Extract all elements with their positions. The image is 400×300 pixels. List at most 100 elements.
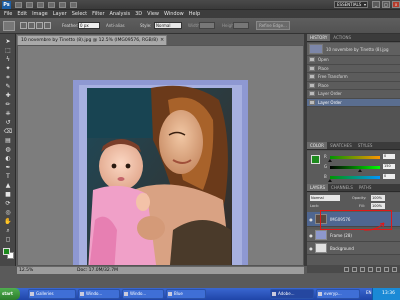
red-slider-thumb[interactable] [328, 159, 332, 162]
menu-window[interactable]: Window [164, 11, 184, 17]
taskbar-item[interactable]: Galleries [28, 289, 76, 299]
tab-channels[interactable]: CHANNELS [328, 184, 356, 191]
document-info[interactable]: Doc: 17.0M/32.7M [77, 268, 118, 273]
taskbar-item[interactable]: Windo... [122, 289, 164, 299]
green-value-field[interactable]: 150 [383, 164, 395, 169]
foreground-color-swatch[interactable] [3, 248, 10, 255]
red-slider[interactable] [330, 156, 380, 159]
close-button[interactable]: x [392, 1, 400, 8]
visibility-eye-icon[interactable]: ● [307, 217, 315, 222]
style-select[interactable]: Normal [154, 22, 182, 29]
eyedropper-icon[interactable]: ✎ [3, 83, 13, 91]
green-slider-thumb[interactable] [357, 169, 362, 172]
move-tool-icon[interactable]: ➤ [3, 38, 13, 46]
gradient-tool-icon[interactable]: ▤ [3, 137, 13, 145]
green-slider[interactable] [330, 166, 380, 169]
blue-slider[interactable] [330, 176, 380, 179]
menu-layer[interactable]: Layer [53, 11, 67, 17]
visibility-eye-icon[interactable]: ● [307, 246, 315, 251]
feather-input[interactable]: 0 px [78, 22, 100, 29]
new-layer-icon[interactable] [384, 266, 389, 272]
layer-style-icon[interactable] [352, 266, 357, 272]
taskbar-item[interactable]: Blue [166, 289, 206, 299]
taskbar-item[interactable]: everyp... [316, 289, 360, 299]
path-select-icon[interactable]: ▲ [3, 182, 13, 190]
foreground-color-swatch[interactable] [311, 155, 320, 164]
fill-input[interactable]: 100% [371, 203, 385, 209]
link-layers-icon[interactable] [344, 266, 349, 272]
maximize-button[interactable]: □ [382, 1, 390, 8]
quick-mask-icon[interactable]: ◻ [3, 236, 13, 244]
tool-preset-picker[interactable] [3, 21, 15, 31]
document-close-icon[interactable]: × [160, 37, 164, 43]
opacity-input[interactable]: 100% [371, 195, 385, 201]
menu-edit[interactable]: Edit [17, 11, 27, 17]
refine-edge-button[interactable]: Refine Edge... [256, 21, 290, 30]
history-step[interactable]: Layer Order [307, 90, 400, 99]
blue-value-field[interactable]: 0 [383, 174, 395, 179]
add-selection-icon[interactable] [28, 22, 35, 29]
hand-icon[interactable] [48, 2, 55, 8]
menu-help[interactable]: Help [189, 11, 200, 17]
zoom-level-icon[interactable] [37, 2, 44, 8]
clone-stamp-icon[interactable]: ⎈ [3, 110, 13, 118]
height-input[interactable] [233, 22, 249, 29]
history-step[interactable]: Open [307, 56, 400, 65]
red-value-field[interactable]: 0 [383, 154, 395, 159]
tab-layers[interactable]: LAYERS [307, 184, 329, 191]
clock[interactable]: 13:36 [382, 291, 395, 296]
crop-tool-icon[interactable]: ⌗ [3, 74, 13, 82]
add-mask-icon[interactable] [360, 266, 365, 272]
arrange-documents-icon[interactable] [59, 2, 66, 8]
tab-history[interactable]: HISTORY [307, 34, 331, 41]
healing-brush-icon[interactable]: ✚ [3, 92, 13, 100]
tab-swatches[interactable]: SWATCHES [327, 142, 355, 149]
layer-row[interactable]: ● Background [307, 242, 400, 255]
tab-styles[interactable]: STYLES [355, 142, 376, 149]
screen-mode-icon[interactable] [70, 2, 77, 8]
start-button[interactable]: start [0, 288, 20, 300]
tab-paths[interactable]: PATHS [356, 184, 375, 191]
blur-tool-icon[interactable]: ◍ [3, 146, 13, 154]
width-input[interactable] [199, 22, 215, 29]
3d-rotate-icon[interactable]: ⟳ [3, 200, 13, 208]
marquee-tool-icon[interactable]: ⬚ [3, 47, 13, 55]
history-snapshot[interactable]: 10 novembre by Tinetto (8).jpg [307, 43, 400, 56]
menu-filter[interactable]: Filter [92, 11, 104, 17]
menu-3d[interactable]: 3D [135, 11, 142, 17]
menu-select[interactable]: Select [72, 11, 87, 17]
lasso-tool-icon[interactable]: ϟ [3, 56, 13, 64]
subtract-selection-icon[interactable] [36, 22, 43, 29]
taskbar-item-active[interactable]: Adobe... [270, 289, 314, 299]
eraser-icon[interactable]: ⌫ [3, 128, 13, 136]
menu-analysis[interactable]: Analysis [110, 11, 131, 17]
taskbar-item[interactable]: Windo... [78, 289, 120, 299]
photo-canvas[interactable] [73, 80, 248, 266]
adjustment-layer-icon[interactable] [368, 266, 373, 272]
shape-tool-icon[interactable]: ■ [3, 191, 13, 199]
history-step[interactable]: Place [307, 81, 400, 90]
document-tab[interactable]: 10 novembre by Tinetto (8).jpg @ 12.5% (… [17, 35, 167, 45]
type-tool-icon[interactable]: T [3, 173, 13, 181]
document-canvas-area[interactable] [17, 45, 304, 266]
new-selection-icon[interactable] [20, 22, 27, 29]
tab-color[interactable]: COLOR [307, 142, 327, 149]
zoom-tool-icon[interactable]: ⌕ [3, 227, 13, 235]
pen-tool-icon[interactable]: ✒ [3, 164, 13, 172]
menu-image[interactable]: Image [32, 11, 48, 17]
blend-mode-select[interactable]: Normal [310, 195, 340, 201]
tab-actions[interactable]: ACTIONS [330, 34, 354, 41]
minimize-button[interactable]: _ [372, 1, 380, 8]
menu-file[interactable]: File [4, 11, 12, 17]
menu-view[interactable]: View [147, 11, 159, 17]
visibility-eye-icon[interactable]: ● [307, 233, 315, 238]
3d-orbit-icon[interactable]: ◎ [3, 209, 13, 217]
intersect-selection-icon[interactable] [44, 22, 51, 29]
history-step-selected[interactable]: Layer Order [307, 98, 400, 107]
brush-tool-icon[interactable]: ✏ [3, 101, 13, 109]
history-brush-icon[interactable]: ↺ [3, 119, 13, 127]
bridge-icon[interactable] [15, 2, 22, 8]
magic-wand-icon[interactable]: ✦ [3, 65, 13, 73]
workspace-switcher[interactable]: ESSENTIALS [334, 1, 368, 8]
antialias-checkbox[interactable]: Anti-alias [106, 23, 125, 28]
